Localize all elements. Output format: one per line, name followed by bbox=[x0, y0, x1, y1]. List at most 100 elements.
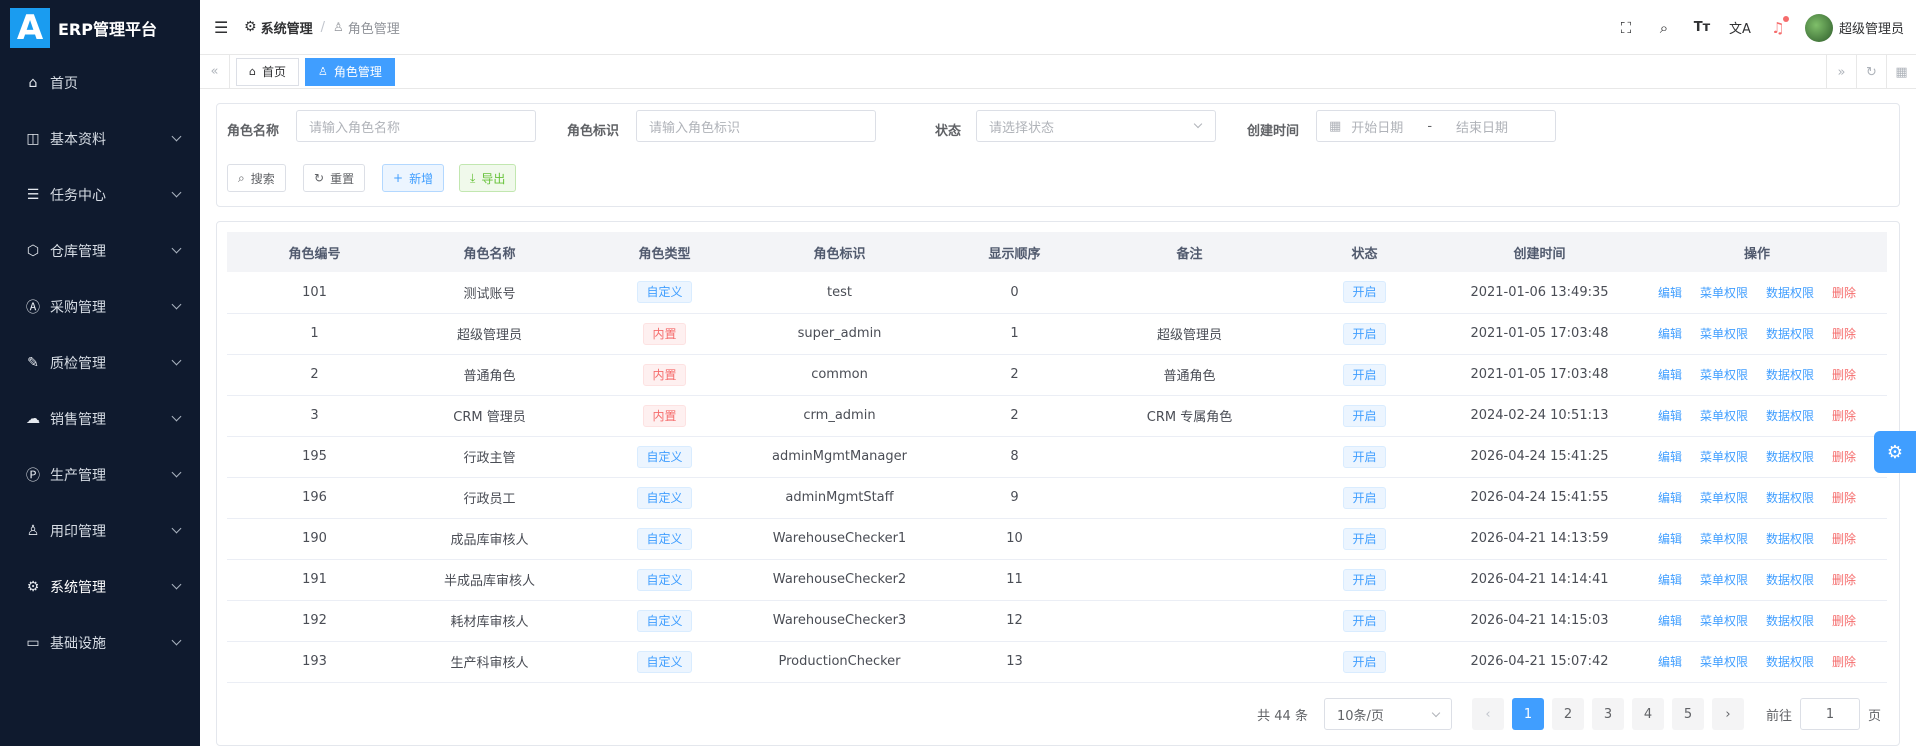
cell-role-key: ProductionChecker bbox=[752, 641, 927, 683]
sidebar-item[interactable]: ⬡ 仓库管理 bbox=[0, 223, 200, 279]
sidebar-item[interactable]: Ⓐ 采购管理 bbox=[0, 279, 200, 335]
edit-link[interactable]: 编辑 bbox=[1658, 327, 1682, 341]
delete-link[interactable]: 删除 bbox=[1832, 491, 1856, 505]
sidebar-item[interactable]: ♙ 用印管理 bbox=[0, 503, 200, 559]
role-name-input[interactable]: 请输入角色名称 bbox=[296, 110, 536, 142]
menu-permission-link[interactable]: 菜单权限 bbox=[1700, 573, 1748, 587]
settings-fab[interactable]: ⚙ bbox=[1874, 431, 1916, 473]
sidebar-menu: ⌂ 首页 ◫ 基本资料 ☰ 任务中心 ⬡ 仓库管理 Ⓐ 采购管理 ✎ 质检管理 ☁ 销售管理 Ⓟ 生产管理 ♙ 用… bbox=[0, 55, 200, 671]
menu-permission-link[interactable]: 菜单权限 bbox=[1700, 286, 1748, 300]
delete-link[interactable]: 删除 bbox=[1832, 614, 1856, 628]
cell-actions: 编辑 菜单权限 数据权限 删除 bbox=[1627, 641, 1887, 683]
page-button[interactable]: 2 bbox=[1551, 698, 1584, 730]
cell-role-key: adminMgmtStaff bbox=[752, 477, 927, 519]
data-permission-link[interactable]: 数据权限 bbox=[1766, 573, 1814, 587]
sidebar-item[interactable]: ⌂ 首页 bbox=[0, 55, 200, 111]
avatar[interactable] bbox=[1804, 13, 1833, 42]
data-permission-link[interactable]: 数据权限 bbox=[1766, 327, 1814, 341]
edit-link[interactable]: 编辑 bbox=[1658, 491, 1682, 505]
translate-icon[interactable]: 文A bbox=[1721, 18, 1759, 37]
delete-link[interactable]: 删除 bbox=[1832, 327, 1856, 341]
data-permission-link[interactable]: 数据权限 bbox=[1766, 409, 1814, 423]
export-button[interactable]: ⤓ 导出 bbox=[459, 164, 517, 192]
delete-link[interactable]: 删除 bbox=[1832, 286, 1856, 300]
delete-link[interactable]: 删除 bbox=[1832, 532, 1856, 546]
tab-role-management[interactable]: ♙ 角色管理 bbox=[305, 57, 395, 86]
page-size-select[interactable]: 10条/页 bbox=[1323, 698, 1452, 730]
reset-button[interactable]: ↻ 重置 bbox=[303, 164, 366, 192]
edit-link[interactable]: 编辑 bbox=[1658, 532, 1682, 546]
refresh-icon[interactable]: ↻ bbox=[1856, 55, 1886, 89]
menu-permission-link[interactable]: 菜单权限 bbox=[1700, 450, 1748, 464]
sidebar-item[interactable]: ◫ 基本资料 bbox=[0, 111, 200, 167]
next-page-button[interactable]: › bbox=[1711, 698, 1744, 730]
font-size-icon[interactable]: Tт bbox=[1683, 20, 1721, 35]
role-type-tag: 内置 bbox=[643, 363, 686, 386]
table-body: 101 测试账号 自定义 test 0 开启 2021-01-06 13:49:35 编辑 菜单… bbox=[227, 272, 1887, 683]
data-permission-link[interactable]: 数据权限 bbox=[1766, 532, 1814, 546]
search-icon[interactable]: ⌕ bbox=[1645, 19, 1683, 37]
sidebar-item[interactable]: ☁ 销售管理 bbox=[0, 391, 200, 447]
username[interactable]: 超级管理员 bbox=[1839, 18, 1904, 37]
edit-link[interactable]: 编辑 bbox=[1658, 573, 1682, 587]
column-header: 创建时间 bbox=[1452, 232, 1627, 272]
menu-permission-link[interactable]: 菜单权限 bbox=[1700, 655, 1748, 669]
cell-remark bbox=[1102, 436, 1277, 478]
tab-home[interactable]: ⌂ 首页 bbox=[236, 57, 299, 86]
cell-order: 2 bbox=[927, 354, 1102, 396]
delete-link[interactable]: 删除 bbox=[1832, 368, 1856, 382]
add-button[interactable]: + 新增 bbox=[382, 164, 445, 192]
data-permission-link[interactable]: 数据权限 bbox=[1766, 655, 1814, 669]
scroll-right-icon[interactable]: » bbox=[1826, 55, 1856, 89]
delete-link[interactable]: 删除 bbox=[1832, 450, 1856, 464]
page-numbers: 12345 bbox=[1508, 698, 1708, 730]
edit-link[interactable]: 编辑 bbox=[1658, 614, 1682, 628]
sidebar-item[interactable]: ☰ 任务中心 bbox=[0, 167, 200, 223]
bell-icon[interactable]: ♫ bbox=[1759, 15, 1797, 37]
goto-input[interactable]: 1 bbox=[1799, 698, 1860, 730]
delete-link[interactable]: 删除 bbox=[1832, 573, 1856, 587]
menu-permission-link[interactable]: 菜单权限 bbox=[1700, 491, 1748, 505]
menu-permission-link[interactable]: 菜单权限 bbox=[1700, 614, 1748, 628]
menu-permission-link[interactable]: 菜单权限 bbox=[1700, 532, 1748, 546]
sidebar-item[interactable]: ✎ 质检管理 bbox=[0, 335, 200, 391]
date-range-picker[interactable]: ▦ 开始日期 - 结束日期 bbox=[1316, 110, 1556, 142]
edit-link[interactable]: 编辑 bbox=[1658, 450, 1682, 464]
cell-created-time: 2021-01-05 17:03:48 bbox=[1452, 354, 1627, 396]
status-badge: 开启 bbox=[1343, 404, 1386, 427]
data-permission-link[interactable]: 数据权限 bbox=[1766, 614, 1814, 628]
status-select[interactable]: 请选择状态 bbox=[976, 110, 1216, 142]
data-permission-link[interactable]: 数据权限 bbox=[1766, 450, 1814, 464]
page-button[interactable]: 3 bbox=[1591, 698, 1624, 730]
page-button[interactable]: 4 bbox=[1631, 698, 1664, 730]
role-key-input[interactable]: 请输入角色标识 bbox=[636, 110, 876, 142]
cell-role-id: 2 bbox=[227, 354, 402, 396]
fullscreen-icon[interactable]: ⛶ bbox=[1607, 19, 1645, 37]
edit-link[interactable]: 编辑 bbox=[1658, 655, 1682, 669]
search-button[interactable]: ⌕ 搜索 bbox=[227, 164, 286, 192]
scroll-left-icon[interactable]: « bbox=[200, 54, 230, 89]
menu-permission-link[interactable]: 菜单权限 bbox=[1700, 368, 1748, 382]
page-button[interactable]: 1 bbox=[1511, 698, 1544, 730]
cell-role-type: 自定义 bbox=[577, 559, 752, 601]
page-button[interactable]: 5 bbox=[1671, 698, 1704, 730]
edit-link[interactable]: 编辑 bbox=[1658, 286, 1682, 300]
grid-menu-icon[interactable]: ▦ bbox=[1886, 55, 1916, 89]
breadcrumb-parent[interactable]: 系统管理 bbox=[261, 18, 313, 37]
prev-page-button[interactable]: ‹ bbox=[1471, 698, 1504, 730]
sidebar-item[interactable]: Ⓟ 生产管理 bbox=[0, 447, 200, 503]
edit-link[interactable]: 编辑 bbox=[1658, 409, 1682, 423]
data-permission-link[interactable]: 数据权限 bbox=[1766, 368, 1814, 382]
edit-link[interactable]: 编辑 bbox=[1658, 368, 1682, 382]
menu-permission-link[interactable]: 菜单权限 bbox=[1700, 327, 1748, 341]
hamburger-icon[interactable]: ☰ bbox=[214, 18, 228, 37]
menu-permission-link[interactable]: 菜单权限 bbox=[1700, 409, 1748, 423]
cell-remark: 普通角色 bbox=[1102, 354, 1277, 396]
sidebar-item[interactable]: ▭ 基础设施 bbox=[0, 615, 200, 671]
delete-link[interactable]: 删除 bbox=[1832, 409, 1856, 423]
delete-link[interactable]: 删除 bbox=[1832, 655, 1856, 669]
data-permission-link[interactable]: 数据权限 bbox=[1766, 491, 1814, 505]
data-permission-link[interactable]: 数据权限 bbox=[1766, 286, 1814, 300]
sidebar-item[interactable]: ⚙ 系统管理 bbox=[0, 559, 200, 615]
cell-order: 1 bbox=[927, 313, 1102, 355]
